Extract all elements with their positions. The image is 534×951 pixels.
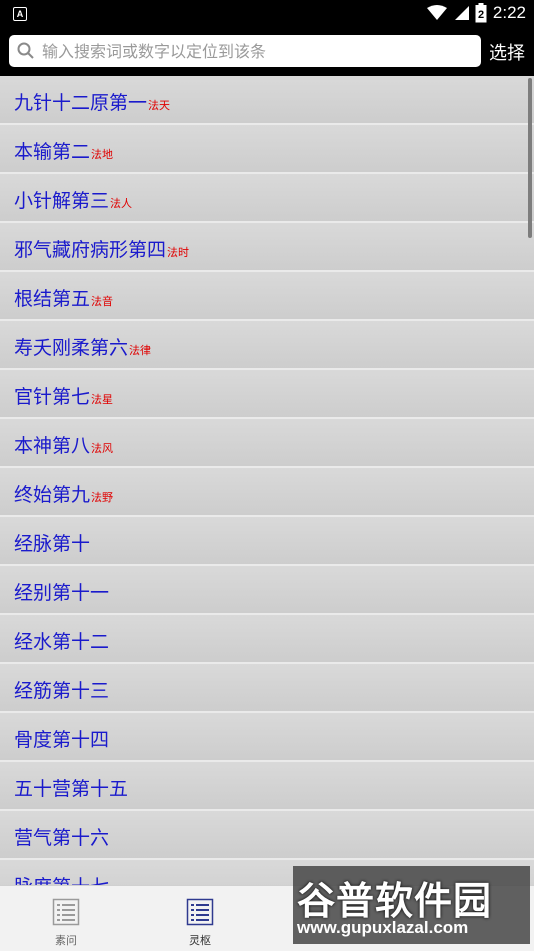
chapter-title-group: 本神第八法风 — [14, 431, 113, 458]
chapter-title: 骨度第十四 — [14, 729, 110, 751]
clock: 2:22 — [492, 3, 526, 22]
chapter-title-group: 邪气藏府病形第四法时 — [14, 235, 189, 262]
chapter-tag: 法律 — [129, 344, 152, 357]
chapter-title-group: 脉度第十七 — [14, 872, 109, 885]
chapter-title-group: 小针解第三法人 — [14, 186, 132, 213]
chapter-title: 营气第十六 — [14, 827, 110, 849]
chapter-row[interactable]: 经脉第十 — [0, 517, 534, 566]
tab-lingshu[interactable]: 灵枢 — [170, 898, 230, 948]
chapter-title: 寿夭刚柔第六 — [14, 337, 129, 359]
chapter-title: 邪气藏府病形第四 — [14, 239, 167, 261]
chapter-row[interactable]: 邪气藏府病形第四法时 — [0, 223, 534, 272]
chapter-title-group: 骨度第十四 — [14, 725, 109, 752]
chapter-row[interactable]: 寿夭刚柔第六法律 — [0, 321, 534, 370]
chapter-title: 小针解第三 — [14, 190, 110, 212]
chapter-row[interactable]: 骨度第十四 — [0, 713, 534, 762]
chapter-row[interactable]: 九针十二原第一法天 — [0, 76, 534, 125]
chapter-row[interactable]: 经筋第十三 — [0, 664, 534, 713]
chapter-title: 九针十二原第一 — [14, 92, 148, 114]
chapter-row[interactable]: 经水第十二 — [0, 615, 534, 664]
chapter-title-group: 本输第二法地 — [14, 137, 113, 164]
list-icon — [186, 898, 214, 926]
chapter-tag: 法音 — [91, 295, 114, 308]
chapter-title-group: 九针十二原第一法天 — [14, 88, 170, 115]
list-icon — [52, 898, 80, 926]
chapter-title: 五十营第十五 — [14, 778, 129, 800]
chapter-title: 经别第十一 — [14, 582, 110, 604]
chapter-title: 本神第八 — [14, 435, 91, 457]
chapter-tag: 法风 — [91, 442, 114, 455]
chapter-row[interactable]: 五十营第十五 — [0, 762, 534, 811]
wifi-icon — [426, 5, 447, 20]
chapter-tag: 法野 — [91, 491, 114, 504]
chapter-tag: 法地 — [91, 148, 114, 161]
chapter-title-group: 终始第九法野 — [14, 480, 113, 507]
status-bar: A 2 2:22 — [0, 0, 534, 28]
chapter-row[interactable]: 官针第七法星 — [0, 370, 534, 419]
chapter-tag: 法时 — [167, 246, 190, 259]
chapter-title: 官针第七 — [14, 386, 91, 408]
tab-lingshu-label: 灵枢 — [189, 934, 211, 947]
chapter-row[interactable]: 本神第八法风 — [0, 419, 534, 468]
chapter-row[interactable]: 本输第二法地 — [0, 125, 534, 174]
search-icon — [17, 42, 34, 59]
chapter-row[interactable]: 小针解第三法人 — [0, 174, 534, 223]
chapter-title-group: 营气第十六 — [14, 823, 109, 850]
watermark-url: www.gupuxlazal.com — [297, 918, 469, 937]
scrollbar[interactable] — [528, 78, 532, 238]
battery-level: 2 — [478, 9, 484, 21]
chapter-tag: 法天 — [148, 99, 171, 112]
chapter-title-group: 经脉第十 — [14, 529, 90, 556]
signal-icon — [454, 6, 469, 20]
chapter-row[interactable]: 终始第九法野 — [0, 468, 534, 517]
notification-a-icon: A — [13, 7, 27, 21]
chapter-title: 经筋第十三 — [14, 680, 110, 702]
search-input[interactable] — [42, 39, 472, 63]
chapter-title: 终始第九 — [14, 484, 91, 506]
tab-suwen[interactable]: 素问 — [36, 898, 96, 948]
chapter-row[interactable]: 营气第十六 — [0, 811, 534, 860]
search-box[interactable] — [9, 35, 481, 67]
chapter-title-group: 经水第十二 — [14, 627, 109, 654]
chapter-tag: 法星 — [91, 393, 114, 406]
search-bar: 选择 — [0, 28, 534, 76]
watermark-title: 谷普软件园 — [297, 879, 493, 923]
select-button[interactable]: 选择 — [489, 39, 525, 65]
chapter-title: 根结第五 — [14, 288, 91, 310]
chapter-title: 脉度第十七 — [14, 876, 109, 885]
chapter-title-group: 经别第十一 — [14, 578, 109, 605]
chapter-list[interactable]: 九针十二原第一法天 本输第二法地 小针解第三法人 邪气藏府病形第四法时 根结第五法音 寿夭… — [0, 76, 534, 885]
watermark: 谷普软件园 www.gupuxlazal.com — [293, 866, 530, 944]
chapter-title-group: 经筋第十三 — [14, 676, 109, 703]
chapter-row[interactable]: 经别第十一 — [0, 566, 534, 615]
chapter-title: 本输第二 — [14, 141, 91, 163]
system-icons: 2 2:22 — [426, 3, 526, 23]
chapter-row[interactable]: 根结第五法音 — [0, 272, 534, 321]
tab-suwen-label: 素问 — [55, 934, 77, 947]
chapter-title: 经水第十二 — [14, 631, 110, 653]
chapter-title: 经脉第十 — [14, 533, 91, 555]
chapter-title-group: 寿夭刚柔第六法律 — [14, 333, 151, 360]
battery-icon: 2 — [475, 3, 487, 23]
chapter-tag: 法人 — [110, 197, 133, 210]
chapter-title-group: 根结第五法音 — [14, 284, 113, 311]
chapter-title-group: 五十营第十五 — [14, 774, 128, 801]
chapter-title-group: 官针第七法星 — [14, 382, 113, 409]
